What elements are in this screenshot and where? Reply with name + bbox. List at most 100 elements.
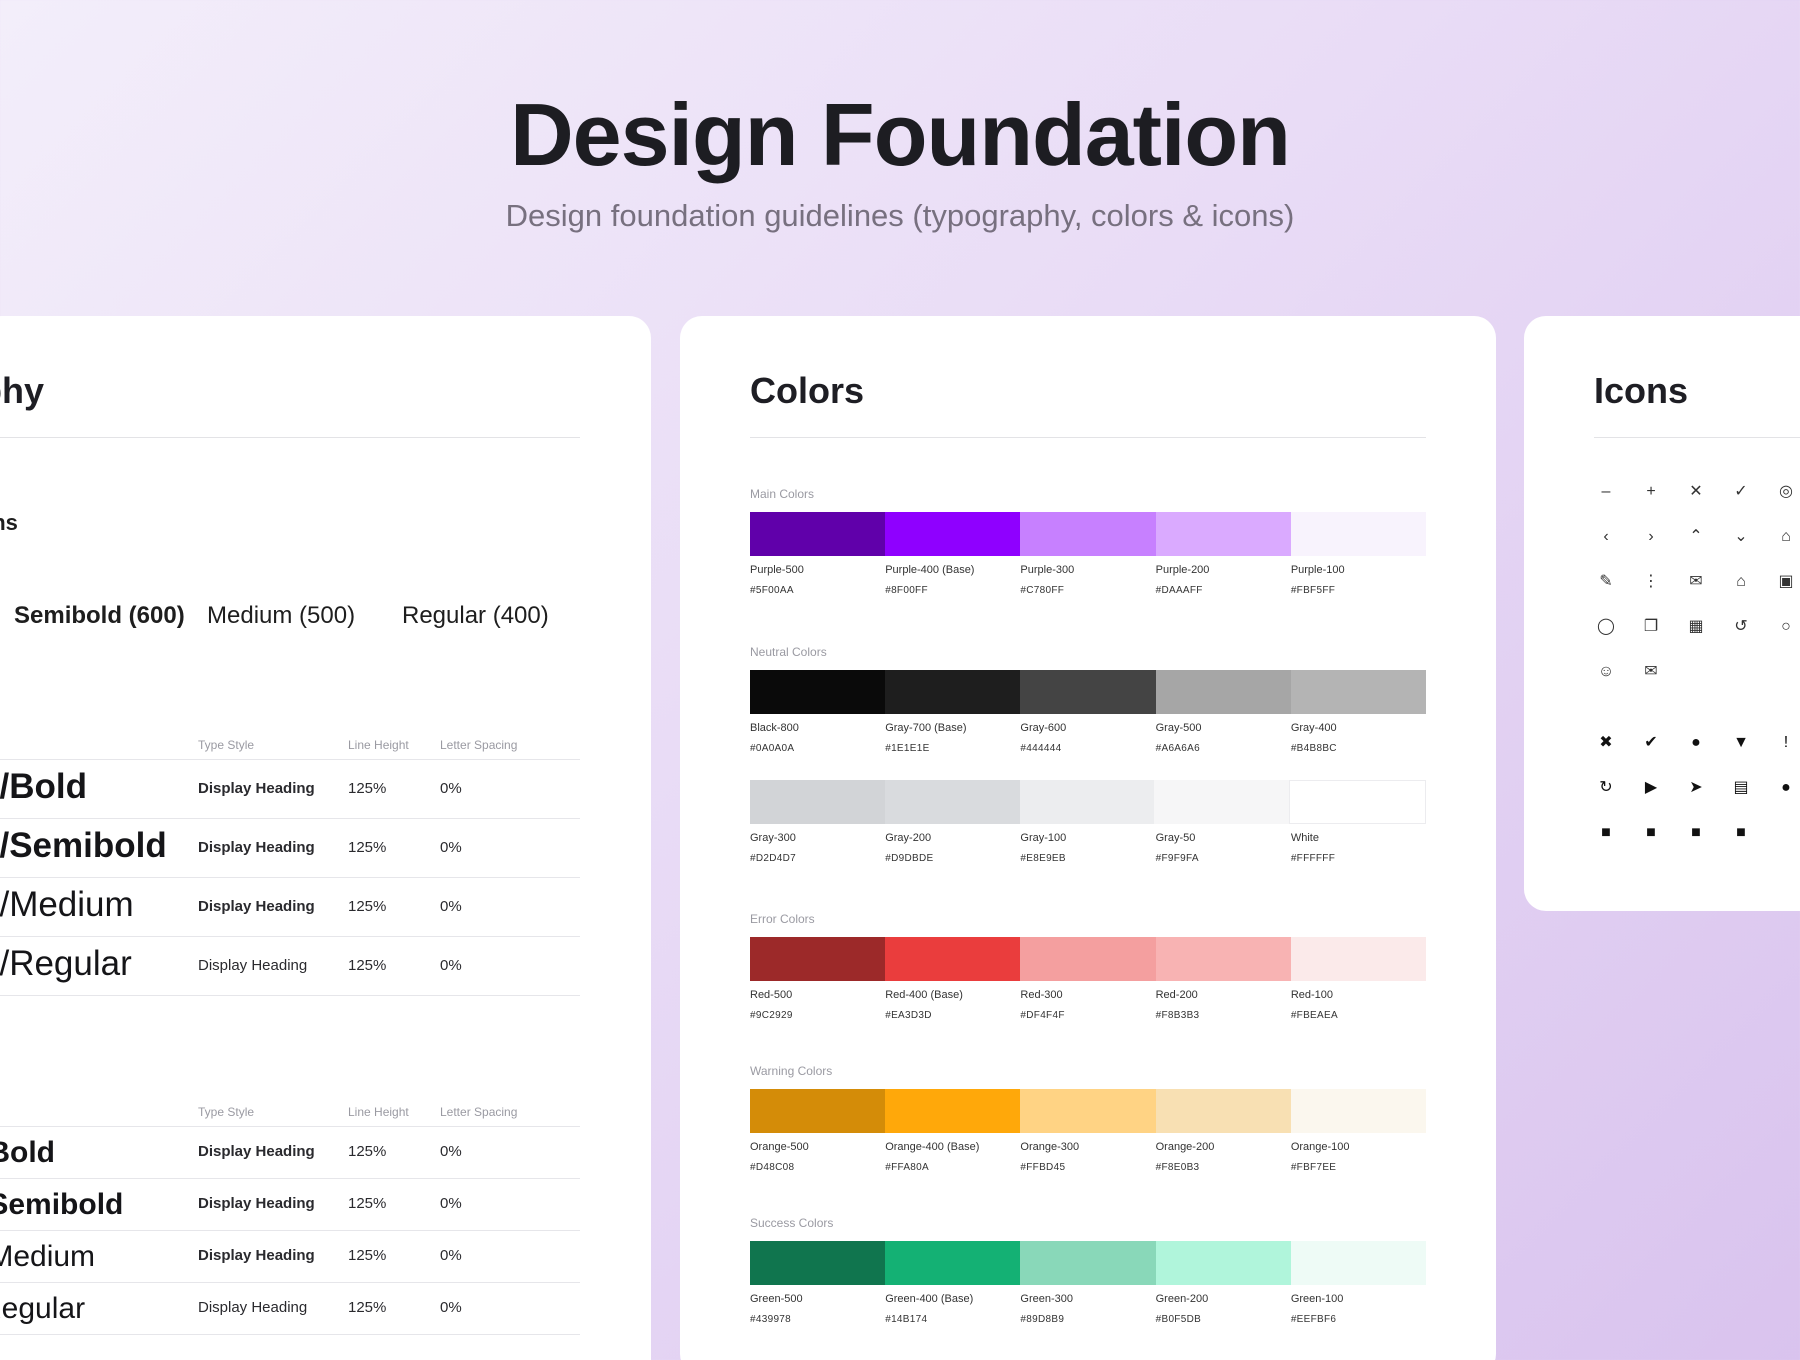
swatch-row (750, 670, 1427, 714)
typography-title: phy (0, 370, 45, 411)
swatch-name: Orange-100 (1290, 1141, 1350, 1153)
swatch-hex: #FFBD45 (1020, 1162, 1066, 1173)
row-divider (0, 995, 580, 996)
color-swatch (1020, 670, 1156, 714)
mail-solid-icon[interactable]: ■ (1684, 821, 1708, 845)
color-swatch (1155, 670, 1291, 714)
type-sample: 1/Regular (0, 944, 132, 983)
letter-spacing: 0% (440, 897, 462, 915)
chart-icon[interactable]: ▣ (1774, 570, 1798, 594)
contact-icon[interactable]: ☺ (1594, 660, 1618, 684)
swatch-hex: #FBEAEA (1290, 1010, 1338, 1021)
line-height: 125% (348, 779, 387, 797)
swatch-hex: #DAAAFF (1155, 585, 1203, 596)
swatch-name: Gray-500 (1155, 722, 1202, 734)
line-height: 125% (348, 1143, 387, 1160)
color-swatch (1155, 512, 1291, 556)
whatsapp-icon[interactable]: ◯ (1594, 615, 1618, 639)
swatch-name: Gray-200 (885, 832, 932, 844)
color-swatch (1155, 1089, 1291, 1133)
swatch-row (750, 937, 1427, 981)
drop-icon[interactable]: ○ (1774, 615, 1798, 639)
calendar-icon[interactable]: ▦ (1684, 615, 1708, 639)
swatch-info: Purple-300 #C780FF (1020, 564, 1155, 596)
chevron-left-icon[interactable]: ‹ (1594, 525, 1618, 549)
swatch-meta-row: Green-500 #439978 Green-400 (Base) #14B174 G… (750, 1293, 1426, 1325)
swatch-info: Red-300 #DF4F4F (1020, 989, 1155, 1021)
color-swatch (1290, 670, 1427, 714)
column-header: Letter Spacing (440, 1105, 518, 1119)
alert-icon[interactable]: ! (1774, 731, 1798, 755)
color-group-label: Success Colors (750, 1216, 834, 1230)
terminal-icon[interactable]: ■ (1594, 821, 1618, 845)
type-style: Display Heading (198, 779, 315, 797)
edit-icon[interactable]: ✎ (1594, 570, 1618, 594)
check-circle-icon[interactable]: ✔ (1639, 731, 1663, 755)
plus-icon[interactable]: + (1639, 480, 1663, 504)
swatch-hex: #D48C08 (750, 1162, 795, 1173)
loading-icon[interactable]: ↻ (1594, 776, 1618, 800)
letter-spacing: 0% (440, 1143, 462, 1160)
swatch-hex: #D9DBDE (885, 853, 934, 864)
chevron-right-icon[interactable]: › (1639, 525, 1663, 549)
swatch-name: Black-800 (750, 722, 799, 734)
copy-icon[interactable]: ❐ (1639, 615, 1663, 639)
row-divider (0, 1282, 580, 1283)
swatch-info: Red-200 #F8B3B3 (1156, 989, 1291, 1021)
history-icon[interactable]: ↺ (1729, 615, 1753, 639)
close-icon[interactable]: ✕ (1684, 480, 1708, 504)
drop-solid-icon[interactable]: ● (1774, 776, 1798, 800)
swatch-hex: #FFFFFF (1290, 853, 1336, 864)
divider (750, 437, 1426, 438)
row-divider (0, 818, 580, 819)
calendar-solid-icon[interactable]: ▤ (1729, 776, 1753, 800)
swatch-info: Green-400 (Base) #14B174 (885, 1293, 1020, 1325)
color-swatch (1290, 512, 1427, 556)
play-icon[interactable]: ▶ (1639, 776, 1663, 800)
swatch-info: Orange-100 #FBF7EE (1291, 1141, 1426, 1173)
swatch-hex: #14B174 (885, 1314, 928, 1325)
swatch-info: Orange-300 #FFBD45 (1020, 1141, 1155, 1173)
minus-icon[interactable]: – (1594, 480, 1618, 504)
swatch-name: Gray-400 (1290, 722, 1337, 734)
trash-icon[interactable]: ⌂ (1774, 525, 1798, 549)
close-circle-icon[interactable]: ✖ (1594, 731, 1618, 755)
swatch-name: Orange-200 (1155, 1141, 1215, 1153)
contact-solid-icon[interactable]: ■ (1639, 821, 1663, 845)
swatch-hex: #444444 (1020, 743, 1062, 754)
send-icon[interactable]: ➤ (1684, 776, 1708, 800)
swatch-name: Red-200 (1155, 989, 1198, 1001)
row-divider (0, 759, 580, 760)
weight-semibold: Semibold (600) (14, 602, 185, 629)
divider (1594, 437, 1800, 438)
home-icon[interactable]: ⌂ (1729, 570, 1753, 594)
chevron-up-icon[interactable]: ⌃ (1684, 525, 1708, 549)
chat-icon[interactable]: ✉ (1684, 570, 1708, 594)
swatch-name: White (1290, 832, 1319, 844)
letter-spacing: 0% (440, 838, 462, 856)
page-title: Design Foundation (510, 85, 1291, 184)
mail-icon[interactable]: ✉ (1639, 660, 1663, 684)
swatch-name: Purple-400 (Base) (885, 564, 975, 576)
eye-icon[interactable]: ◎ (1774, 480, 1798, 504)
swatch-info: Green-100 #EEFBF6 (1291, 1293, 1426, 1325)
swatch-name: Red-500 (750, 989, 793, 1001)
user-icon[interactable]: ● (1684, 731, 1708, 755)
location-icon[interactable]: ▼ (1729, 731, 1753, 755)
type-style: Display Heading (198, 1195, 315, 1212)
line-height: 125% (348, 897, 387, 915)
check-icon[interactable]: ✓ (1729, 480, 1753, 504)
type-sample: 1/Bold (0, 767, 87, 806)
row-divider (0, 1334, 580, 1335)
swatch-info: Gray-600 #444444 (1020, 722, 1155, 754)
chevron-down-icon[interactable]: ⌄ (1729, 525, 1753, 549)
swatch-info: Gray-500 #A6A6A6 (1156, 722, 1291, 754)
icons-card: Icons – + ✕ ✓ ◎ ‹ › ⌃ ⌄ ⌂ ✎ ⋮ ✉ ⌂ ▣ ◯ ❐ ▦ ↺ ○ ☺ ✉ ✖ ✔ ● ▼! ↻ ▶ ➤ ▤ ● ■ ■… (1524, 316, 1800, 911)
more-vertical-icon[interactable]: ⋮ (1639, 570, 1663, 594)
swatch-info: Gray-200 #D9DBDE (885, 832, 1020, 864)
color-swatch (1289, 780, 1426, 824)
swatch-name: Red-100 (1290, 989, 1334, 1001)
swatch-info: Black-800 #0A0A0A (750, 722, 885, 754)
lock-icon[interactable]: ■ (1729, 821, 1753, 845)
color-swatch (885, 670, 1021, 714)
